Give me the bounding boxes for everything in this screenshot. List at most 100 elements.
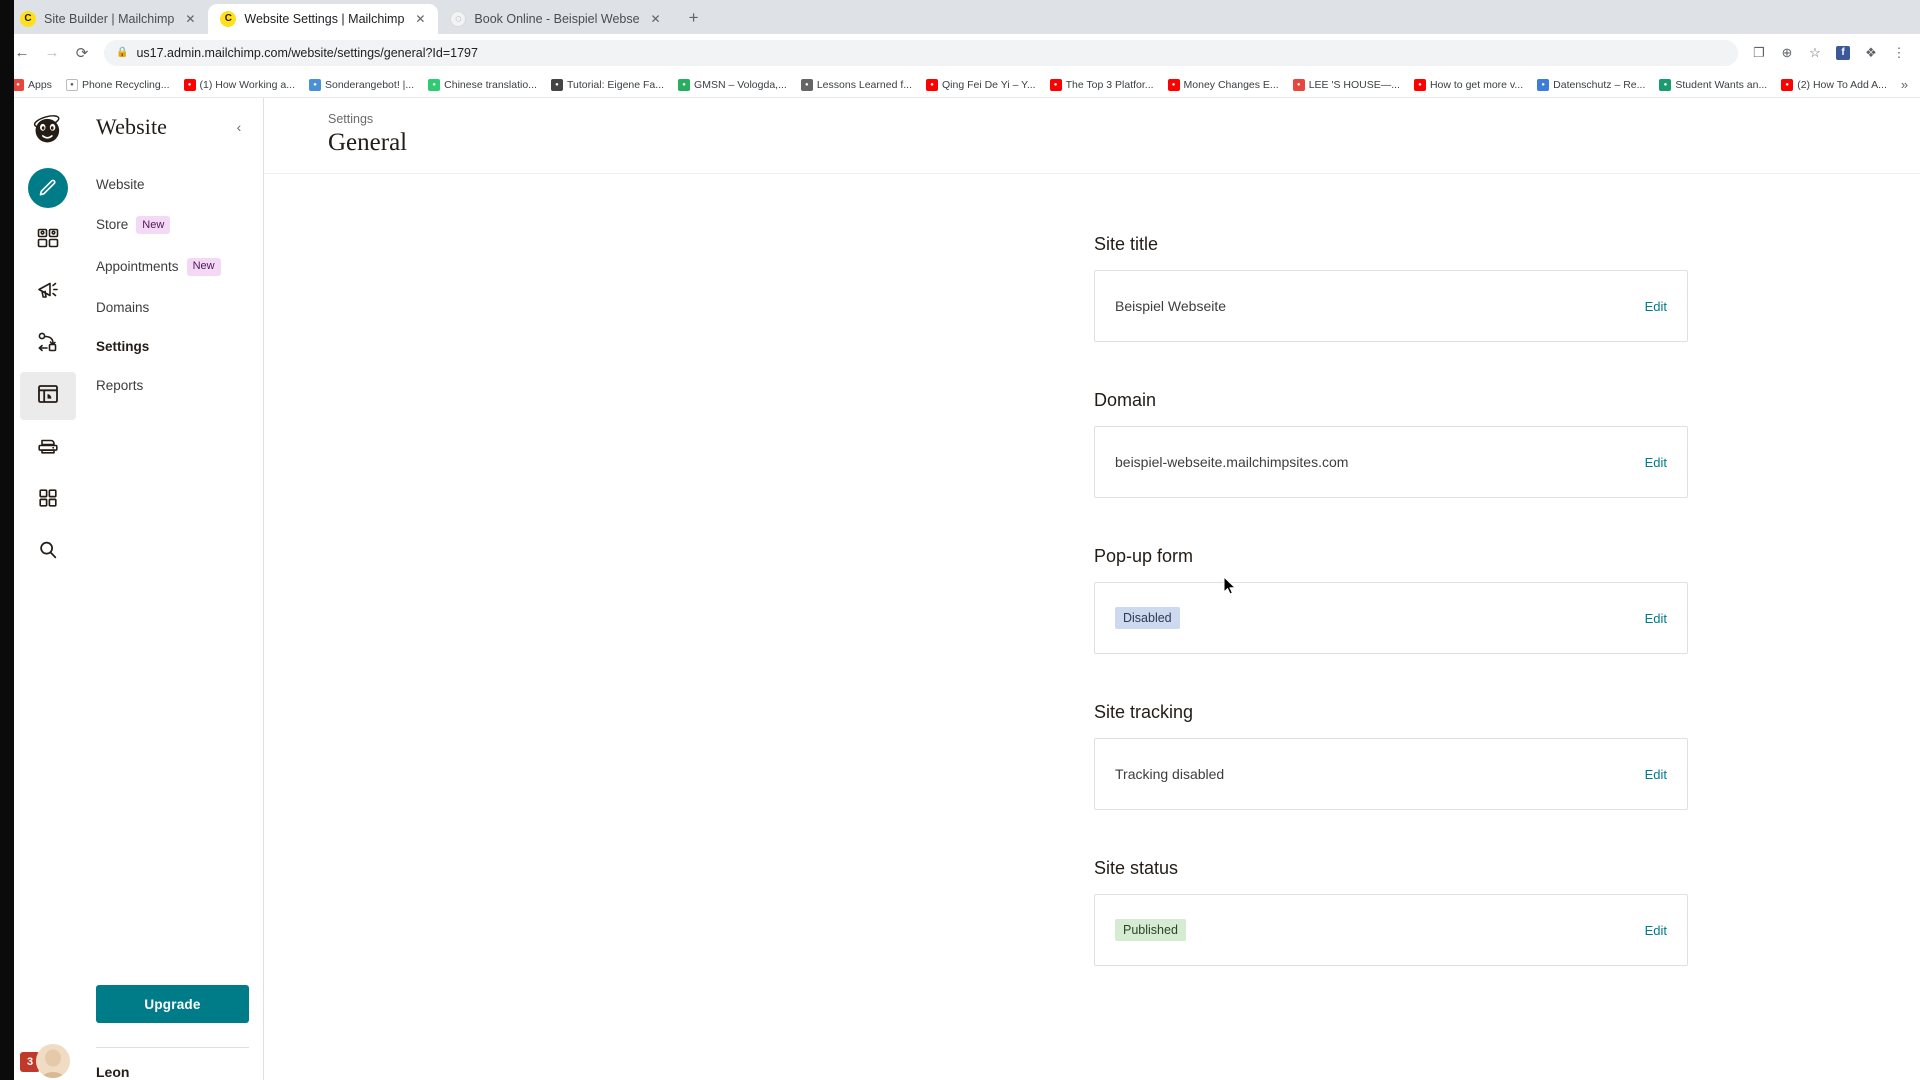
bookmark-item[interactable]: ● Qing Fei De Yi – Y... [920,77,1042,93]
bookmark-item[interactable]: ● The Top 3 Platfor... [1044,77,1160,93]
bookmark-label: Student Wants an... [1675,78,1768,91]
zoom-icon[interactable]: ⊕ [1774,40,1800,66]
reload-icon[interactable]: ⟳ [68,39,96,67]
audience-icon [36,226,60,255]
bookmark-item[interactable]: ● GMSN – Vologda,... [672,77,793,93]
bookmark-label: Money Changes E... [1183,78,1279,91]
close-icon[interactable]: ✕ [182,11,198,27]
sidebar-item-campaigns[interactable] [20,268,76,316]
bookmark-label: Tutorial: Eigene Fa... [566,78,665,91]
facebook-extension-icon[interactable]: f [1830,40,1856,66]
bookmark-favicon-icon: ● [678,78,691,91]
account-name[interactable]: Leon [96,1047,249,1080]
bookmark-label: Apps [28,78,52,91]
upgrade-button[interactable]: Upgrade [96,985,249,1023]
new-tab-button[interactable]: + [680,4,708,32]
forward-icon[interactable]: → [38,39,66,67]
bookmark-item[interactable]: ● Sonderangebot! |... [303,77,420,93]
bookmark-favicon-icon: ● [1781,78,1794,91]
bookmark-favicon-icon: ● [800,78,813,91]
page-header: Settings General [264,98,1920,174]
bookmark-item[interactable]: ● Datenschutz – Re... [1531,77,1651,93]
card-value: Beispiel Webseite [1115,298,1227,314]
edit-link[interactable]: Edit [1645,611,1667,626]
website-icon [36,382,60,411]
subnav-item-domains[interactable]: Domains [96,291,249,324]
settings-card: beispiel-webseite.mailchimpsites.com Edit [1094,426,1688,498]
subnav-item-store[interactable]: Store New [96,207,249,243]
bookmark-favicon-icon: ● [1537,78,1550,91]
section-label: Domain [1094,390,1157,410]
sidebar-item-content-studio[interactable] [20,424,76,472]
settings-sections: Site title Beispiel Webseite Edit Domain bei… [264,174,1920,966]
sidebar-item-audience[interactable] [20,216,76,264]
bookmark-label: Sonderangebot! |... [325,78,415,91]
bookmarks-overflow-icon[interactable]: » [1895,77,1914,92]
content-studio-icon [36,434,60,463]
settings-section: Site title Beispiel Webseite Edit [1094,234,1688,342]
bookmark-favicon-icon: ● [1292,78,1305,91]
edit-link[interactable]: Edit [1645,767,1667,782]
sidebar-item-create[interactable] [20,164,76,212]
bookmark-item[interactable]: ● How to get more v... [1408,77,1529,93]
cast-icon[interactable]: ❐ [1746,40,1772,66]
extensions-puzzle-icon[interactable]: ❖ [1858,40,1884,66]
bookmark-favicon-icon: ● [550,78,563,91]
bookmark-item[interactable]: ● LEE 'S HOUSE—... [1287,77,1406,93]
subnav-item-reports[interactable]: Reports [96,369,249,402]
edit-link[interactable]: Edit [1645,455,1667,470]
bookmark-favicon-icon: ● [309,78,321,91]
browser-tab[interactable]: C Site Builder | Mailchimp ✕ [8,4,208,34]
address-bar[interactable]: 🔒 us17.admin.mailchimp.com/website/setti… [104,39,1738,66]
integrations-grid-icon [37,487,59,514]
bookmark-item[interactable]: ● Lessons Learned f... [795,77,918,93]
bookmark-favicon-icon: ● [1413,78,1426,91]
close-icon[interactable]: ✕ [648,11,664,27]
edit-link[interactable]: Edit [1645,923,1667,938]
subnav-item-label: Appointments [96,259,179,275]
tab-title: Website Settings | Mailchimp [244,12,405,26]
sidebar-item-website[interactable] [20,372,76,420]
subnav-item-website[interactable]: Website [96,168,249,201]
avatar[interactable] [36,1044,70,1078]
card-value: beispiel-webseite.mailchimpsites.com [1115,454,1349,470]
subnav-footer: Upgrade Leon [82,985,263,1080]
bookmark-item[interactable]: ● Phone Recycling... [60,77,176,93]
sidebar-item-search[interactable] [20,528,76,576]
bookmark-item[interactable]: ● (2) How To Add A... [1775,77,1893,93]
bookmark-item[interactable]: ● Chinese translatio... [422,77,543,93]
sidebar-item-integrations[interactable] [20,476,76,524]
bookmark-favicon-icon: ● [926,78,938,91]
mailchimp-icon: C [20,11,36,27]
section-label: Site status [1094,858,1179,878]
mailchimp-logo-icon[interactable] [26,106,70,150]
bookmark-item[interactable]: ● Student Wants an... [1653,77,1773,93]
chevron-left-icon[interactable]: ‹ [229,117,249,137]
status-badge: Disabled [1115,606,1180,630]
bookmark-label: How to get more v... [1429,78,1524,91]
edit-link[interactable]: Edit [1645,299,1667,314]
bookmark-item[interactable]: ● Tutorial: Eigene Fa... [545,77,670,93]
bookmark-item[interactable]: ● (1) How Working a... [178,77,302,93]
automations-icon [36,330,60,359]
bookmark-star-icon[interactable]: ☆ [1802,40,1828,66]
mailchimp-app: 3 Website ‹ Website Store New Appointments N… [0,98,1920,1080]
screen-edge [0,0,14,1080]
bookmark-item[interactable]: ● Money Changes E... [1162,77,1285,93]
sidebar-item-automations[interactable] [20,320,76,368]
subnav-item-label: Website [96,177,145,192]
breadcrumb: Settings [328,112,374,126]
bookmark-label: Datenschutz – Re... [1553,78,1646,91]
browser-tab-active[interactable]: C Website Settings | Mailchimp ✕ [208,4,439,34]
close-icon[interactable]: ✕ [412,11,428,27]
chrome-menu-icon[interactable]: ⋮ [1886,40,1912,66]
bookmark-label: Lessons Learned f... [816,78,912,91]
subnav-item-settings[interactable]: Settings [96,330,249,363]
bookmark-label: The Top 3 Platfor... [1065,78,1154,91]
create-pencil-icon [28,168,68,208]
browser-tab[interactable]: ◌ Book Online - Beispiel Webse ✕ [438,4,673,34]
tab-title: Book Online - Beispiel Webse [474,12,640,26]
subnav-item-appointments[interactable]: Appointments New [96,249,249,285]
subnav-header: Website ‹ [82,98,263,140]
page-title: General [328,129,408,156]
